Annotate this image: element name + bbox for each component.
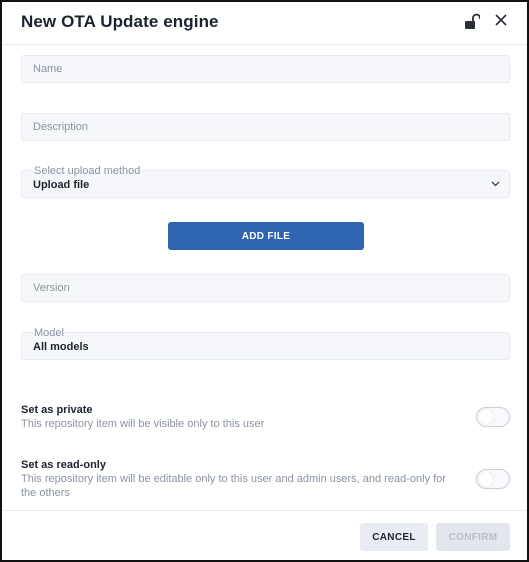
- toggle-knob: [479, 472, 493, 486]
- lock-open-icon[interactable]: [464, 13, 480, 31]
- chevron-down-icon[interactable]: [491, 181, 500, 187]
- name-field[interactable]: Name: [21, 55, 510, 83]
- description-field[interactable]: Description: [21, 113, 510, 141]
- dialog-footer: CANCEL CONFIRM: [2, 510, 527, 560]
- close-icon[interactable]: [493, 12, 509, 28]
- readonly-description: This repository item will be editable on…: [21, 473, 446, 499]
- private-title: Set as private: [21, 404, 93, 416]
- version-field[interactable]: Version: [21, 274, 510, 302]
- private-setting: Set as private This repository item will…: [21, 403, 510, 431]
- name-placeholder: Name: [33, 63, 63, 75]
- confirm-button[interactable]: CONFIRM: [436, 523, 510, 551]
- model-value: All models: [33, 341, 89, 353]
- model-label: Model: [33, 327, 65, 339]
- model-select[interactable]: Model All models: [21, 327, 510, 360]
- private-description: This repository item will be visible onl…: [21, 418, 265, 430]
- toggle-knob: [479, 410, 493, 424]
- upload-method-label: Select upload method: [33, 165, 142, 177]
- readonly-title: Set as read-only: [21, 459, 106, 471]
- readonly-toggle[interactable]: [476, 469, 510, 489]
- dialog-title: New OTA Update engine: [21, 12, 219, 31]
- readonly-setting: Set as read-only This repository item wi…: [21, 458, 510, 500]
- add-file-button[interactable]: ADD FILE: [168, 222, 364, 250]
- upload-method-select[interactable]: Select upload method Upload file: [21, 165, 510, 198]
- description-placeholder: Description: [33, 121, 89, 133]
- upload-method-value: Upload file: [33, 179, 90, 191]
- private-toggle[interactable]: [476, 407, 510, 427]
- dialog-header: New OTA Update engine: [2, 2, 527, 45]
- version-placeholder: Version: [33, 282, 70, 294]
- ota-update-dialog: New OTA Update engine Name Description S…: [0, 0, 529, 562]
- cancel-button[interactable]: CANCEL: [360, 523, 428, 551]
